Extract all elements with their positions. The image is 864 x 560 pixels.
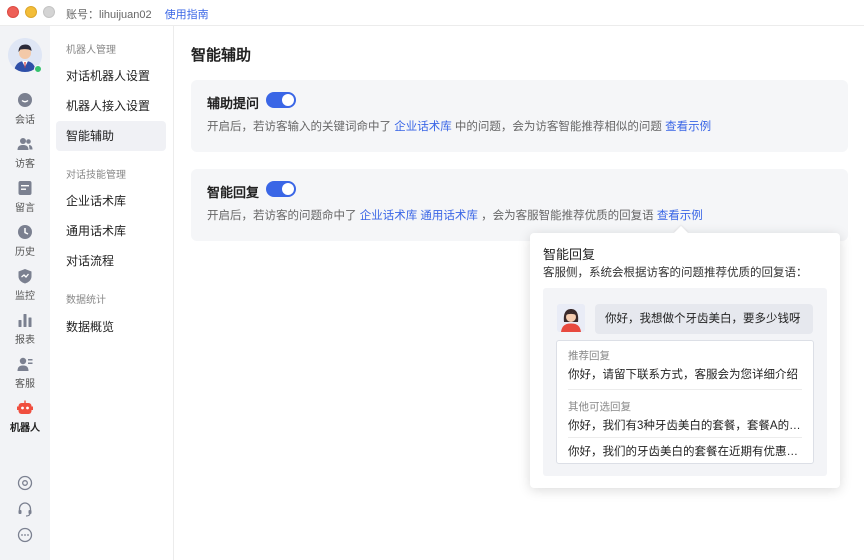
robot-icon (0, 400, 50, 416)
close-window-button[interactable] (7, 6, 19, 18)
rail-label: 监控 (15, 291, 35, 302)
divider (568, 437, 802, 438)
rail-label: 报表 (15, 335, 35, 346)
desc-text: ，会为客服智能推荐优质的回复语 (481, 210, 654, 222)
card-title: 智能回复 (207, 185, 260, 200)
view-example-link[interactable]: 查看示例 (657, 210, 703, 222)
nav-group-title: 数据统计 (66, 295, 106, 306)
smart-reply-example-popup: 智能回复 客服侧，系统会根据访客的问题推荐优质的回复语： 你好，我想做个牙齿美白… (530, 233, 840, 488)
general-library-link[interactable]: 通用话术库 (420, 210, 478, 222)
visitors-icon (0, 136, 50, 152)
enterprise-library-link[interactable]: 企业话术库 (394, 121, 452, 133)
popup-title: 智能回复 (543, 247, 596, 262)
nav-item-dialog-flow[interactable]: 对话流程 (56, 246, 166, 276)
settings-icon[interactable] (17, 475, 33, 491)
rail-label: 机器人 (10, 423, 40, 434)
other-replies-label: 其他可选回复 (568, 401, 631, 413)
rail-label: 客服 (15, 379, 35, 390)
card-description: 开启后，若访客输入的关键词命中了 企业话术库 中的问题，会为访客智能推荐相似的问… (207, 118, 711, 134)
reply-suggestions-panel: 推荐回复 你好，请留下联系方式，客服会为您详细介绍 其他可选回复 你好，我们有3… (556, 340, 814, 464)
page-title: 智能辅助 (191, 47, 252, 64)
message-icon (0, 180, 50, 196)
headset-icon[interactable] (17, 501, 33, 517)
rail-item-history[interactable]: 历史 (0, 224, 50, 264)
nav-item-enterprise-library[interactable]: 企业话术库 (56, 186, 166, 216)
assist-question-card: 辅助提问 开启后，若访客输入的关键词命中了 企业话术库 中的问题，会为访客智能推… (191, 80, 848, 152)
rail-item-report[interactable]: 报表 (0, 312, 50, 352)
more-icon[interactable] (17, 527, 33, 543)
online-status-dot (34, 65, 42, 73)
rail-item-monitor[interactable]: 监控 (0, 268, 50, 308)
divider (568, 389, 802, 390)
rail-item-chat[interactable]: 会话 (0, 92, 50, 132)
guide-link[interactable]: 使用指南 (165, 9, 209, 21)
minimize-window-button[interactable] (25, 6, 37, 18)
enterprise-library-link[interactable]: 企业话术库 (360, 210, 418, 222)
nav-item-smart-assist[interactable]: 智能辅助 (56, 121, 166, 151)
rail-item-visitors[interactable]: 访客 (0, 136, 50, 176)
recommended-reply-label: 推荐回复 (568, 350, 610, 362)
rail-label: 留言 (15, 203, 35, 214)
recommended-reply-item[interactable]: 你好，请留下联系方式，客服会为您详细介绍 (568, 366, 804, 382)
agent-icon (0, 356, 50, 372)
view-example-link[interactable]: 查看示例 (665, 121, 711, 133)
rail-label: 访客 (15, 159, 35, 170)
account-label: 账号：lihuijuan02 (66, 9, 152, 21)
toggle-knob (282, 183, 294, 195)
nav-item-general-library[interactable]: 通用话术库 (56, 216, 166, 246)
nav-item-data-overview[interactable]: 数据概览 (56, 312, 166, 342)
desc-text: 中的问题，会为访客智能推荐相似的问题 (454, 121, 662, 133)
history-icon (0, 224, 50, 240)
desc-text: 开启后，若访客的问题命中了 (207, 210, 357, 222)
title-bar: 账号：lihuijuan02 使用指南 (0, 0, 864, 26)
smart-reply-card: 智能回复 开启后，若访客的问题命中了 企业话术库 通用话术库 ，会为客服智能推荐… (191, 169, 848, 241)
card-title: 辅助提问 (207, 96, 260, 111)
visitor-message-bubble: 你好，我想做个牙齿美白，要多少钱呀 (595, 304, 813, 334)
visitor-avatar (557, 304, 585, 332)
chat-icon (0, 92, 50, 108)
nav-group-title: 机器人管理 (66, 45, 116, 56)
other-reply-item[interactable]: 你好，我们的牙齿美白的套餐在近期有优惠… (568, 443, 804, 459)
assist-question-toggle[interactable] (266, 92, 296, 108)
chat-preview: 你好，我想做个牙齿美白，要多少钱呀 推荐回复 你好，请留下联系方式，客服会为您详… (543, 288, 827, 476)
other-reply-item[interactable]: 你好，我们有3种牙齿美白的套餐，套餐A的… (568, 417, 804, 433)
smart-reply-toggle[interactable] (266, 181, 296, 197)
sub-navigation: 机器人管理 对话机器人设置 机器人接入设置 智能辅助 对话技能管理 企业话术库 … (50, 26, 174, 560)
account-info: 账号：lihuijuan02 使用指南 (66, 6, 209, 22)
desc-text: 开启后，若访客输入的关键词命中了 (207, 121, 391, 133)
nav-item-chatbot-settings[interactable]: 对话机器人设置 (56, 61, 166, 91)
rail-item-messages[interactable]: 留言 (0, 180, 50, 220)
zoom-window-button[interactable] (43, 6, 55, 18)
report-icon (0, 312, 50, 328)
toggle-knob (282, 94, 294, 106)
rail-label: 历史 (15, 247, 35, 258)
monitor-icon (0, 268, 50, 284)
nav-item-robot-access-settings[interactable]: 机器人接入设置 (56, 91, 166, 121)
rail-item-agent[interactable]: 客服 (0, 356, 50, 396)
nav-group-title: 对话技能管理 (66, 170, 126, 181)
card-description: 开启后，若访客的问题命中了 企业话术库 通用话术库 ，会为客服智能推荐优质的回复… (207, 207, 703, 223)
left-rail: 会话 访客 留言 历史 监控 报表 客服 机器人 (0, 26, 50, 560)
rail-label: 会话 (15, 115, 35, 126)
rail-item-robot[interactable]: 机器人 (0, 400, 50, 440)
popup-subtitle: 客服侧，系统会根据访客的问题推荐优质的回复语： (543, 267, 808, 279)
